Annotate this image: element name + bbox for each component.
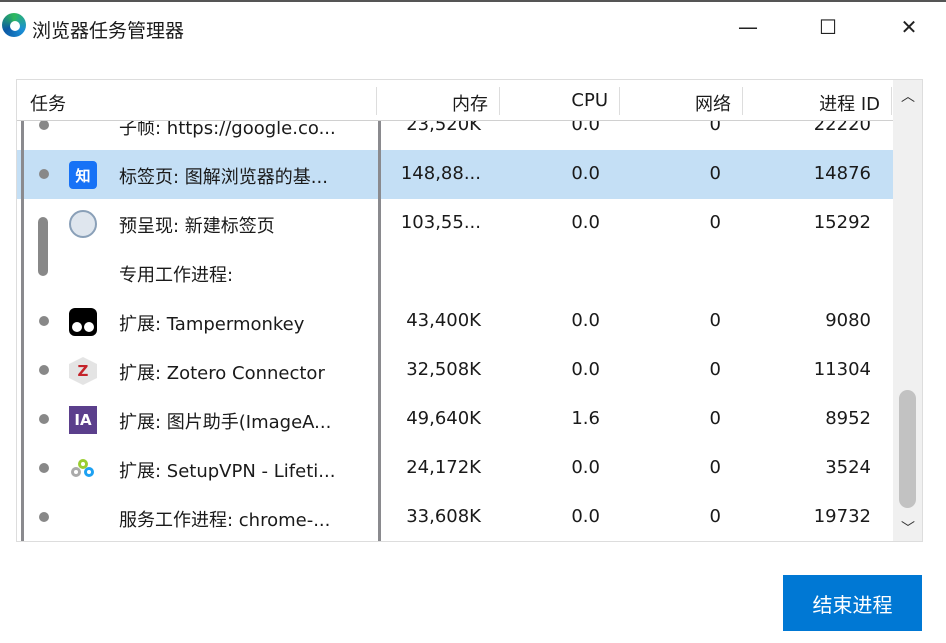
memory-value: 24,172K [406, 457, 481, 478]
task-name: 专用工作进程: [119, 265, 234, 286]
network-value: 0 [709, 359, 721, 380]
task-name: 子帧: https://google.co... [119, 121, 336, 139]
memory-value: 33,608K [406, 506, 481, 527]
cpu-value: 0.0 [571, 163, 600, 184]
memory-value: 43,400K [406, 310, 481, 331]
close-button[interactable]: ✕ [894, 12, 924, 42]
imageassistant-icon: IA [69, 406, 97, 434]
pid-value: 9080 [825, 310, 871, 331]
network-value: 0 [709, 163, 721, 184]
column-header-pid[interactable]: 进程 ID [747, 90, 880, 116]
memory-value: 23,520K [406, 121, 481, 135]
table-row[interactable]: 服务工作进程: chrome-... 33,608K 0.0 0 19732 [17, 493, 893, 541]
pid-value: 8952 [825, 408, 871, 429]
group-scroll-thumb[interactable] [38, 217, 48, 276]
task-name: 标签页: 图解浏览器的基... [119, 167, 328, 188]
column-divider[interactable] [499, 87, 500, 115]
status-dot-icon [39, 121, 49, 130]
network-value: 0 [709, 121, 721, 135]
cpu-value: 0.0 [571, 121, 600, 135]
status-dot-icon [39, 365, 49, 375]
column-header-memory[interactable]: 内存 [397, 90, 488, 116]
pid-value: 3524 [825, 457, 871, 478]
pid-value: 15292 [813, 212, 871, 233]
status-dot-icon [39, 316, 49, 326]
table-row[interactable]: IA 扩展: 图片助手(ImageA... 49,640K 1.6 0 8952 [17, 395, 893, 444]
column-divider[interactable] [742, 87, 743, 115]
task-name: 扩展: Zotero Connector [119, 363, 325, 384]
table-row[interactable]: 子帧: https://google.co... 23,520K 0.0 0 22220 [17, 121, 893, 150]
scrollbar-thumb[interactable] [899, 390, 916, 508]
task-name: 扩展: Tampermonkey [119, 314, 305, 335]
cpu-value: 0.0 [571, 506, 600, 527]
status-dot-icon [39, 463, 49, 473]
table-row[interactable]: 专用工作进程: [17, 248, 893, 297]
table-row[interactable]: 扩展: Tampermonkey 43,400K 0.0 0 9080 [17, 297, 893, 346]
memory-value: 32,508K [406, 359, 481, 380]
maximize-button[interactable]: ☐ [813, 12, 843, 42]
pid-value: 22220 [813, 121, 871, 135]
group-bracket-line [378, 121, 381, 541]
column-divider[interactable] [376, 87, 377, 115]
network-value: 0 [709, 506, 721, 527]
scroll-down-arrow-icon[interactable]: ﹀ [901, 518, 915, 538]
cpu-value: 0.0 [571, 310, 600, 331]
group-bracket-line [21, 121, 24, 541]
pid-value: 19732 [813, 506, 871, 527]
pid-value: 14876 [813, 163, 871, 184]
status-dot-icon [39, 169, 49, 179]
cpu-value: 1.6 [571, 408, 600, 429]
pid-value: 11304 [813, 359, 871, 380]
setupvpn-icon [69, 455, 97, 483]
task-name: 服务工作进程: chrome-... [119, 510, 331, 531]
end-process-button[interactable]: 结束进程 [783, 575, 922, 631]
task-name: 扩展: SetupVPN - Lifeti... [119, 461, 336, 482]
edge-logo-icon [2, 13, 26, 37]
window-title: 浏览器任务管理器 [32, 20, 185, 42]
column-header-cpu[interactable]: CPU [507, 90, 608, 111]
cpu-value: 0.0 [571, 359, 600, 380]
memory-value: 103,55... [400, 212, 481, 233]
task-table: 任务 内存 CPU 网络 进程 ID 子帧: https://google.co… [16, 79, 923, 542]
status-dot-icon [39, 414, 49, 424]
tampermonkey-icon [69, 308, 97, 336]
table-row[interactable]: 预呈现: 新建标签页 103,55... 0.0 0 15292 [17, 199, 893, 248]
memory-value: 49,640K [406, 408, 481, 429]
network-value: 0 [709, 212, 721, 233]
minimize-button[interactable]: — [733, 12, 763, 42]
cpu-value: 0.0 [571, 212, 600, 233]
cpu-value: 0.0 [571, 457, 600, 478]
network-value: 0 [709, 310, 721, 331]
task-name: 预呈现: 新建标签页 [119, 216, 275, 237]
desktop-edge [0, 0, 946, 2]
column-divider[interactable] [619, 87, 620, 115]
zhihu-icon: 知 [69, 161, 97, 189]
table-header: 任务 内存 CPU 网络 进程 ID [17, 80, 893, 121]
table-row[interactable]: Z 扩展: Zotero Connector 32,508K 0.0 0 11304 [17, 346, 893, 395]
status-dot-icon [39, 512, 49, 522]
task-name: 扩展: 图片助手(ImageA... [119, 412, 332, 433]
scroll-up-arrow-icon[interactable]: ︿ [901, 86, 915, 106]
column-divider[interactable] [891, 87, 892, 115]
network-value: 0 [709, 457, 721, 478]
table-row[interactable]: 扩展: SetupVPN - Lifeti... 24,172K 0.0 0 3524 [17, 444, 893, 493]
zotero-icon: Z [69, 357, 97, 385]
column-header-task[interactable]: 任务 [30, 90, 66, 116]
network-value: 0 [709, 408, 721, 429]
memory-value: 148,88... [400, 163, 481, 184]
speedometer-icon [69, 210, 97, 238]
column-header-network[interactable]: 网络 [627, 90, 731, 116]
table-body: 子帧: https://google.co... 23,520K 0.0 0 22220… [17, 121, 893, 541]
table-row[interactable]: 知 标签页: 图解浏览器的基... 148,88... 0.0 0 14876 [17, 150, 893, 199]
